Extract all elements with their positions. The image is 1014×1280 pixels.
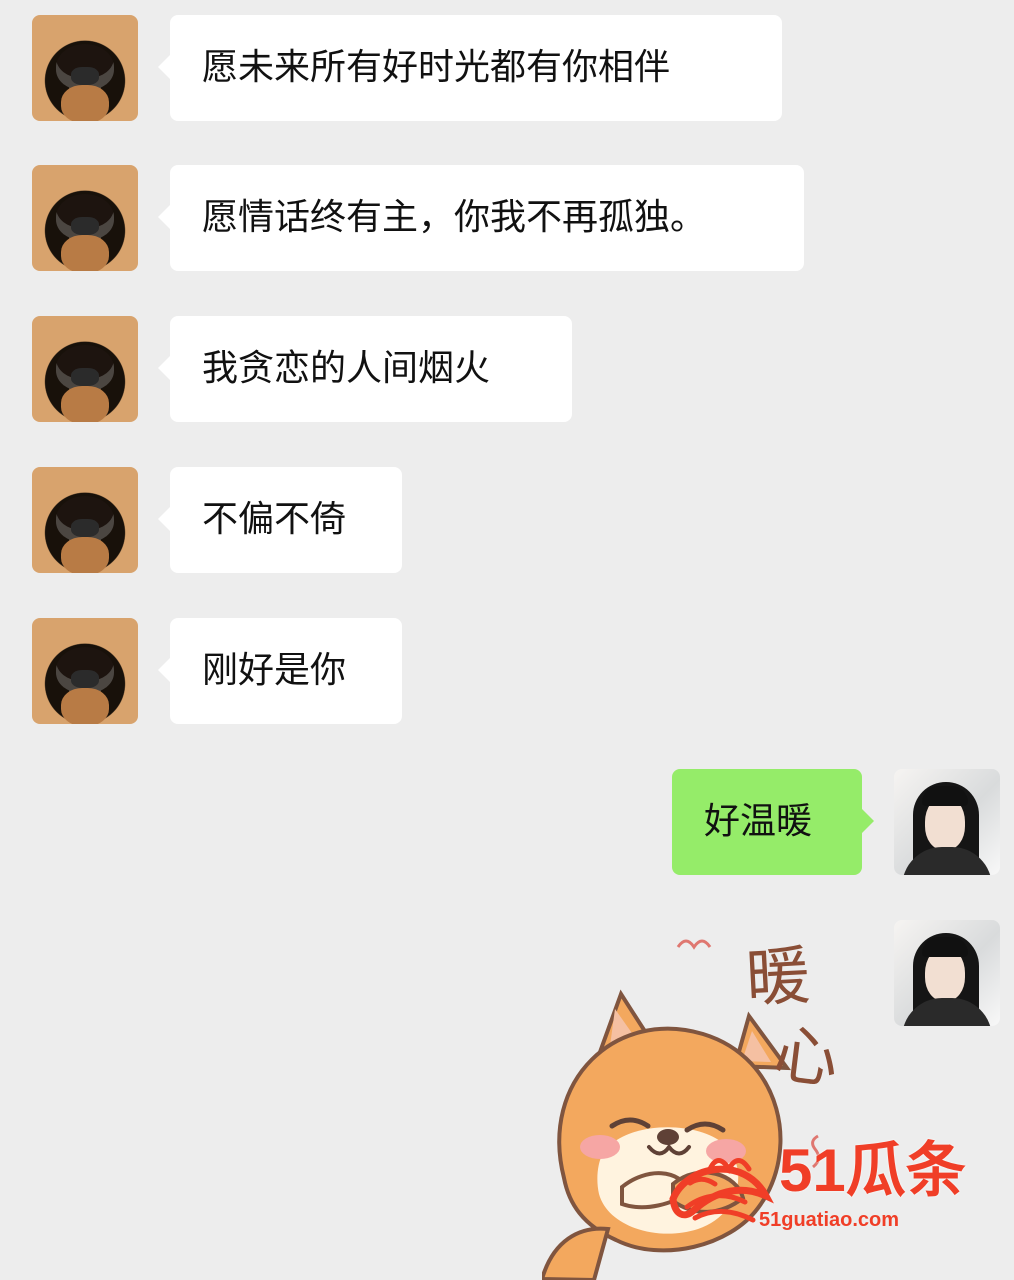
dog-avatar[interactable] — [32, 618, 138, 724]
shiba-nose — [657, 1129, 679, 1145]
avatar-bangs — [922, 937, 968, 957]
message-bubble[interactable]: 不偏不倚 — [158, 467, 402, 573]
dog-avatar[interactable] — [32, 316, 138, 422]
avatar-bangs — [922, 786, 968, 806]
shiba-sticker-art — [542, 939, 820, 1280]
message-row-left: 刚好是你 — [32, 618, 432, 724]
message-bubble[interactable]: 好温暖 — [672, 769, 874, 875]
message-bubble[interactable]: 愿情话终有主，你我不再孤独。 — [158, 165, 804, 271]
sticker-squiggle — [811, 1134, 820, 1169]
message-row-left: 愿情话终有主，你我不再孤独。 — [32, 165, 812, 271]
shiba-left-blush — [580, 1135, 620, 1159]
sticker-word-heart: 心 — [769, 1017, 843, 1099]
dog-avatar[interactable] — [32, 467, 138, 573]
message-text: 愿未来所有好时光都有你相伴 — [202, 47, 671, 88]
shiba-body — [542, 1226, 611, 1280]
message-row-right: 好温暖 — [672, 769, 1000, 875]
sticker-squiggle — [676, 939, 712, 950]
warm-heart-shiba-sticker[interactable]: 暖 心 — [542, 922, 872, 1280]
dog-avatar[interactable] — [32, 15, 138, 121]
girl-avatar[interactable] — [894, 769, 1000, 875]
chat-conversation: 愿未来所有好时光都有你相伴 愿情话终有主，你我不再孤独。 我贪恋的人间烟火 不偏… — [0, 0, 1014, 1280]
message-text: 好温暖 — [704, 801, 813, 842]
message-bubble[interactable]: 愿未来所有好时光都有你相伴 — [158, 15, 782, 121]
message-row-left: 不偏不倚 — [32, 467, 432, 573]
message-text: 不偏不倚 — [202, 499, 347, 540]
message-bubble[interactable]: 我贪恋的人间烟火 — [158, 316, 572, 422]
shiba-right-blush — [706, 1139, 746, 1163]
message-row-left: 愿未来所有好时光都有你相伴 — [32, 15, 792, 121]
message-row-left: 我贪恋的人间烟火 — [32, 316, 592, 422]
sticker-word-warm: 暖 — [744, 939, 812, 1017]
message-text: 愿情话终有主，你我不再孤独。 — [202, 197, 707, 238]
sticker-sender-avatar-row — [894, 920, 1000, 1026]
dog-avatar[interactable] — [32, 165, 138, 271]
girl-avatar[interactable] — [894, 920, 1000, 1026]
message-text: 刚好是你 — [202, 650, 347, 691]
message-text: 我贪恋的人间烟火 — [202, 348, 491, 389]
message-bubble[interactable]: 刚好是你 — [158, 618, 402, 724]
